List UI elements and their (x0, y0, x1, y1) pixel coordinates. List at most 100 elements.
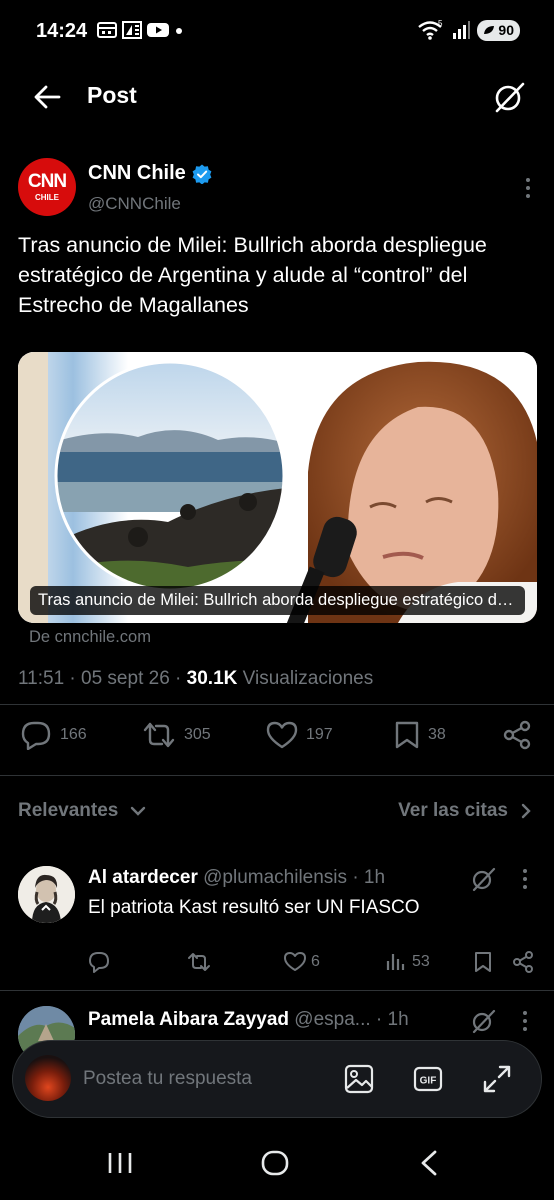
author-handle[interactable]: @CNNChile (88, 194, 181, 214)
grok-icon (495, 82, 525, 113)
image-icon (344, 1064, 374, 1094)
avatar-logo-text: CNN (27, 171, 67, 192)
heart-icon (266, 721, 298, 749)
verified-badge-icon (192, 164, 212, 184)
back-nav-button[interactable] (418, 1149, 440, 1177)
top-app-bar: Post (0, 62, 554, 132)
tweet-meta: 11:51 · 05 sept 26 · 30.1K Visualizacion… (18, 668, 373, 690)
quotes-label: Ver las citas (398, 800, 508, 821)
reply-more-button[interactable] (521, 1010, 529, 1032)
author-name-text: CNN Chile (88, 162, 186, 184)
repost-button[interactable]: 305 (142, 720, 211, 750)
reply-like-button[interactable]: 6 (284, 951, 320, 973)
reply-repost-button[interactable] (187, 951, 211, 973)
status-bar: 14:24 5 90 (0, 0, 554, 62)
reply-reply-button[interactable] (88, 951, 110, 973)
author-name[interactable]: CNN Chile (88, 162, 212, 185)
reply-composer[interactable]: Postea tu respuesta GIF (12, 1040, 542, 1118)
more-notifications-icon (176, 28, 182, 34)
heart-icon (284, 952, 306, 971)
reply-grok-button[interactable] (470, 866, 496, 892)
bookmark-icon (475, 952, 491, 972)
battery-level: 90 (498, 22, 514, 38)
recent-apps-icon (108, 1153, 132, 1173)
more-options-button[interactable] (524, 176, 532, 200)
news-app-icon (122, 21, 142, 39)
reply-avatar[interactable] (18, 866, 75, 923)
reply-grok-button[interactable] (470, 1008, 496, 1034)
user-avatar[interactable] (25, 1055, 71, 1101)
battery-indicator: 90 (477, 19, 520, 41)
gif-label: GIF (420, 1076, 437, 1087)
avatar-logo-subtext: CHILE (35, 193, 59, 202)
battery-saver-icon (484, 26, 495, 34)
reply-author-handle[interactable]: @espa... (294, 1009, 370, 1030)
portrait-image (18, 866, 75, 923)
add-gif-button[interactable]: GIF (412, 1063, 444, 1095)
card-source[interactable]: De cnnchile.com (29, 628, 151, 647)
reply-author-name[interactable]: Pamela Aibara Zayyad (88, 1009, 289, 1030)
card-caption: Tras anuncio de Milei: Bullrich aborda d… (30, 586, 525, 615)
home-button[interactable] (260, 1149, 290, 1177)
svg-text:5: 5 (438, 19, 443, 28)
reply-time: · 1h (375, 1009, 409, 1030)
bookmark-button[interactable]: 38 (394, 720, 446, 750)
reply-more-button[interactable] (521, 868, 529, 890)
expand-composer-button[interactable] (481, 1063, 513, 1095)
system-icons: 5 90 (417, 19, 520, 41)
reply-icon (89, 952, 109, 973)
reply-icon (21, 721, 51, 750)
reply-input[interactable]: Postea tu respuesta (83, 1068, 252, 1090)
reply-count: 166 (60, 726, 87, 743)
status-time: 14:24 (36, 20, 88, 42)
calendar-icon (97, 22, 117, 38)
back-button[interactable] (32, 82, 62, 112)
signal-icon (453, 21, 471, 39)
chevron-down-icon (131, 806, 146, 816)
analytics-icon (386, 954, 405, 970)
divider (0, 775, 554, 776)
card-image (18, 352, 537, 623)
grok-icon (472, 867, 496, 892)
bookmark-count: 38 (428, 726, 446, 743)
wifi-icon: 5 (418, 19, 443, 40)
link-card[interactable]: Tras anuncio de Milei: Bullrich aborda d… (18, 352, 537, 623)
notification-icons (96, 21, 184, 39)
like-count: 197 (306, 726, 333, 743)
share-icon (503, 720, 531, 750)
reply-header: Pamela Aibara Zayyad @espa... · 1h (88, 1009, 409, 1031)
chevron-right-icon (521, 803, 531, 819)
reply-author-name[interactable]: Al atardecer (88, 867, 198, 888)
reply-author-handle[interactable]: @plumachilensis (203, 867, 347, 888)
reply-button[interactable]: 166 (20, 720, 87, 750)
add-image-button[interactable] (343, 1063, 375, 1095)
repost-icon (143, 722, 175, 748)
system-navigation-bar (0, 1130, 554, 1200)
recent-apps-button[interactable] (106, 1150, 134, 1176)
share-icon (513, 951, 533, 973)
views-label: Visualizaciones (237, 668, 374, 689)
reply-views-count: 53 (412, 953, 430, 970)
bookmark-icon (395, 721, 419, 749)
share-button[interactable] (502, 720, 532, 750)
author-avatar[interactable]: CNN CHILE (18, 158, 76, 216)
reply-views-button[interactable]: 53 (385, 951, 430, 973)
more-vertical-icon (523, 869, 527, 889)
view-quotes-link[interactable]: Ver las citas (398, 800, 532, 822)
like-button[interactable]: 197 (266, 720, 333, 750)
tweet-timestamp: 11:51 · 05 sept 26 · (18, 668, 187, 689)
sort-replies-dropdown[interactable]: Relevantes (18, 800, 146, 822)
back-nav-icon (421, 1150, 437, 1176)
reply-share-button[interactable] (512, 951, 534, 973)
reply-time: · 1h (352, 867, 386, 888)
grok-button[interactable] (492, 80, 526, 114)
views-count: 30.1K (186, 668, 238, 689)
more-vertical-icon (526, 178, 530, 198)
reply-text: El patriota Kast resultó ser UN FIASCO (88, 897, 420, 918)
youtube-icon (147, 23, 169, 37)
reply-bookmark-button[interactable] (473, 951, 493, 973)
repost-icon (188, 953, 210, 971)
grok-icon (472, 1009, 496, 1034)
sort-label: Relevantes (18, 800, 119, 821)
tweet-actions: 166 305 197 38 (0, 714, 554, 760)
